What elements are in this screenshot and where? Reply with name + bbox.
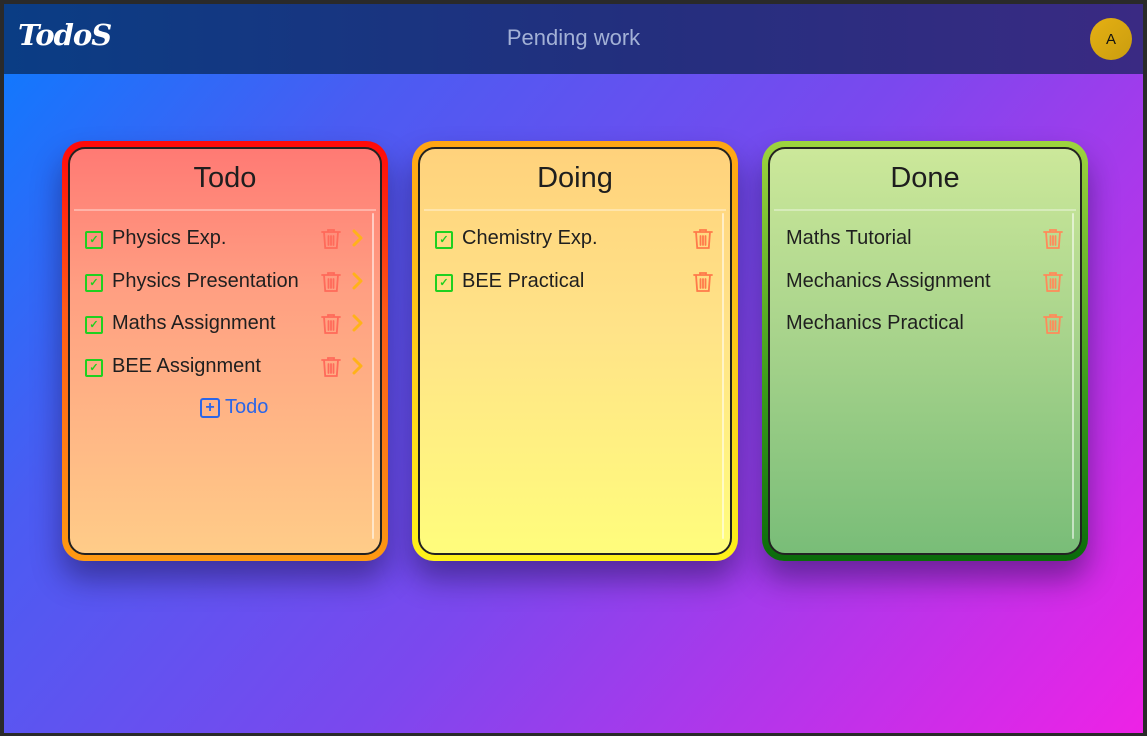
checkbox[interactable]: ✓ [435, 273, 453, 292]
checkbox[interactable]: ✓ [85, 316, 103, 334]
board-done-panel: Done Maths Tutorial Mechanics Assignment… [768, 147, 1082, 555]
task-item: ✓ Maths Assignment [70, 306, 380, 349]
task-label: Mechanics Practical [786, 312, 964, 334]
task-item: ✓ Physics Exp. [70, 221, 380, 264]
board-done: Done Maths Tutorial Mechanics Assignment… [762, 141, 1088, 561]
board-doing-panel: Doing ✓ Chemistry Exp. ✓ BEE Practical [418, 147, 732, 555]
task-list: ✓ Chemistry Exp. ✓ BEE Practical [420, 211, 730, 306]
checkbox[interactable]: ✓ [85, 358, 103, 377]
trash-icon[interactable] [692, 227, 714, 251]
trash-icon[interactable] [320, 355, 342, 379]
trash-icon[interactable] [1042, 227, 1064, 251]
board-doing: Doing ✓ Chemistry Exp. ✓ BEE Practical [412, 141, 738, 561]
checkbox[interactable]: ✓ [85, 231, 103, 249]
scrollbar[interactable] [1072, 213, 1074, 539]
task-item: Mechanics Assignment [770, 264, 1080, 307]
trash-icon[interactable] [1042, 312, 1064, 336]
task-label: Maths Assignment [112, 312, 276, 334]
task-label: Physics Exp. [112, 227, 227, 249]
task-label: BEE Assignment [112, 354, 261, 377]
checkbox[interactable]: ✓ [85, 273, 103, 292]
board-title: Todo [74, 149, 376, 211]
board-todo-panel: Todo ✓ Physics Exp. ✓ Physics Presentati… [68, 147, 382, 555]
task-item: Mechanics Practical [770, 306, 1080, 349]
task-item: ✓ BEE Practical [420, 264, 730, 307]
board-todo: Todo ✓ Physics Exp. ✓ Physics Presentati… [62, 141, 388, 561]
task-label: Chemistry Exp. [462, 227, 598, 249]
add-todo-button[interactable]: + Todo [200, 396, 268, 419]
board-title: Done [774, 149, 1076, 211]
task-label: Maths Tutorial [786, 227, 912, 249]
trash-icon[interactable] [320, 270, 342, 294]
task-list: ✓ Physics Exp. ✓ Physics Presentation ✓ … [70, 211, 380, 391]
trash-icon[interactable] [692, 270, 714, 294]
chevron-right-icon[interactable] [352, 272, 364, 290]
chevron-right-icon[interactable] [352, 229, 364, 247]
add-todo-label: Todo [225, 396, 269, 418]
page-title: Pending work [506, 25, 641, 50]
chevron-right-icon[interactable] [352, 357, 364, 375]
task-label: BEE Practical [462, 269, 585, 292]
task-item: ✓ Chemistry Exp. [420, 221, 730, 264]
trash-icon[interactable] [1042, 270, 1064, 294]
checkbox[interactable]: ✓ [435, 231, 453, 249]
scrollbar[interactable] [722, 213, 724, 539]
navbar: TodoS Pending work A [4, 4, 1143, 74]
task-item: ✓ Physics Presentation [70, 264, 380, 307]
plus-square-icon: + [200, 397, 220, 418]
trash-icon[interactable] [320, 312, 342, 336]
task-label: Mechanics Assignment [786, 269, 991, 292]
task-item: ✓ BEE Assignment [70, 349, 380, 392]
task-label: Physics Presentation [112, 269, 299, 292]
avatar[interactable]: A [1090, 18, 1132, 60]
scrollbar[interactable] [372, 213, 374, 539]
task-list: Maths Tutorial Mechanics Assignment Mech… [770, 211, 1080, 349]
board-title: Doing [424, 149, 726, 211]
chevron-right-icon[interactable] [352, 314, 364, 332]
task-item: Maths Tutorial [770, 221, 1080, 264]
trash-icon[interactable] [320, 227, 342, 251]
app-window: TodoS Pending work A Todo ✓ Physics Exp.… [4, 4, 1143, 733]
